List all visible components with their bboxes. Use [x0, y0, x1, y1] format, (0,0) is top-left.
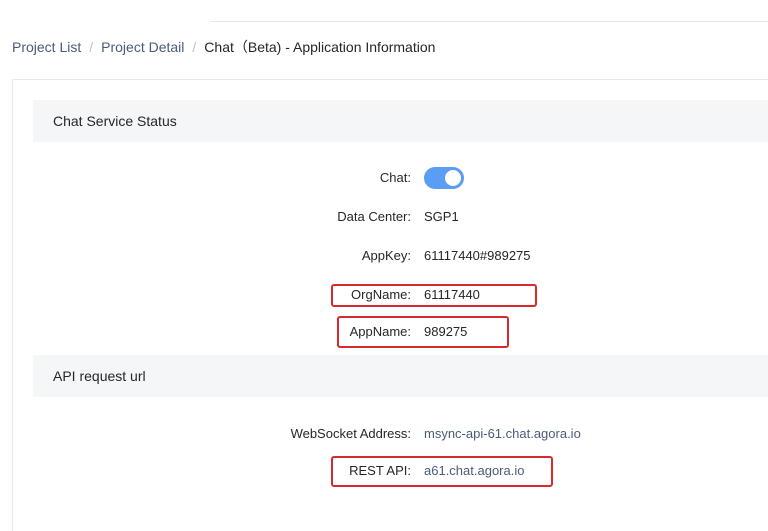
- chat-service-status-header: Chat Service Status: [33, 100, 768, 142]
- chat-toggle[interactable]: [424, 167, 464, 189]
- rest-api-highlight-box: [331, 456, 553, 487]
- section-title: Chat Service Status: [53, 113, 177, 129]
- breadcrumb: Project List / Project Detail / Chat（Beta) -…: [12, 38, 435, 56]
- chat-row: Chat:: [0, 167, 768, 189]
- data-center-row: Data Center: SGP1: [0, 207, 768, 227]
- appkey-value: 61117440#989275: [424, 248, 531, 263]
- websocket-label: WebSocket Address:: [290, 426, 411, 441]
- breadcrumb-project-list[interactable]: Project List: [12, 39, 81, 55]
- breadcrumb-separator: /: [192, 39, 197, 55]
- toggle-knob: [445, 170, 461, 186]
- data-center-label: Data Center:: [337, 209, 411, 224]
- websocket-row: WebSocket Address: msync-api-61.chat.ago…: [0, 424, 768, 444]
- topbar-divider: [210, 21, 768, 22]
- data-center-value: SGP1: [424, 209, 459, 224]
- section-title: API request url: [53, 368, 146, 384]
- websocket-value[interactable]: msync-api-61.chat.agora.io: [424, 426, 581, 441]
- breadcrumb-separator: /: [89, 39, 94, 55]
- appname-highlight-box: [337, 316, 509, 348]
- api-request-url-header: API request url: [33, 355, 768, 397]
- appkey-row: AppKey: 61117440#989275: [0, 246, 768, 266]
- page: Project List / Project Detail / Chat（Beta) -…: [0, 0, 768, 531]
- appkey-label: AppKey:: [361, 248, 411, 263]
- chat-label: Chat:: [379, 170, 411, 185]
- breadcrumb-current: Chat（Beta) - Application Information: [204, 39, 436, 55]
- orgname-highlight-box: [331, 284, 537, 307]
- breadcrumb-project-detail[interactable]: Project Detail: [101, 39, 184, 55]
